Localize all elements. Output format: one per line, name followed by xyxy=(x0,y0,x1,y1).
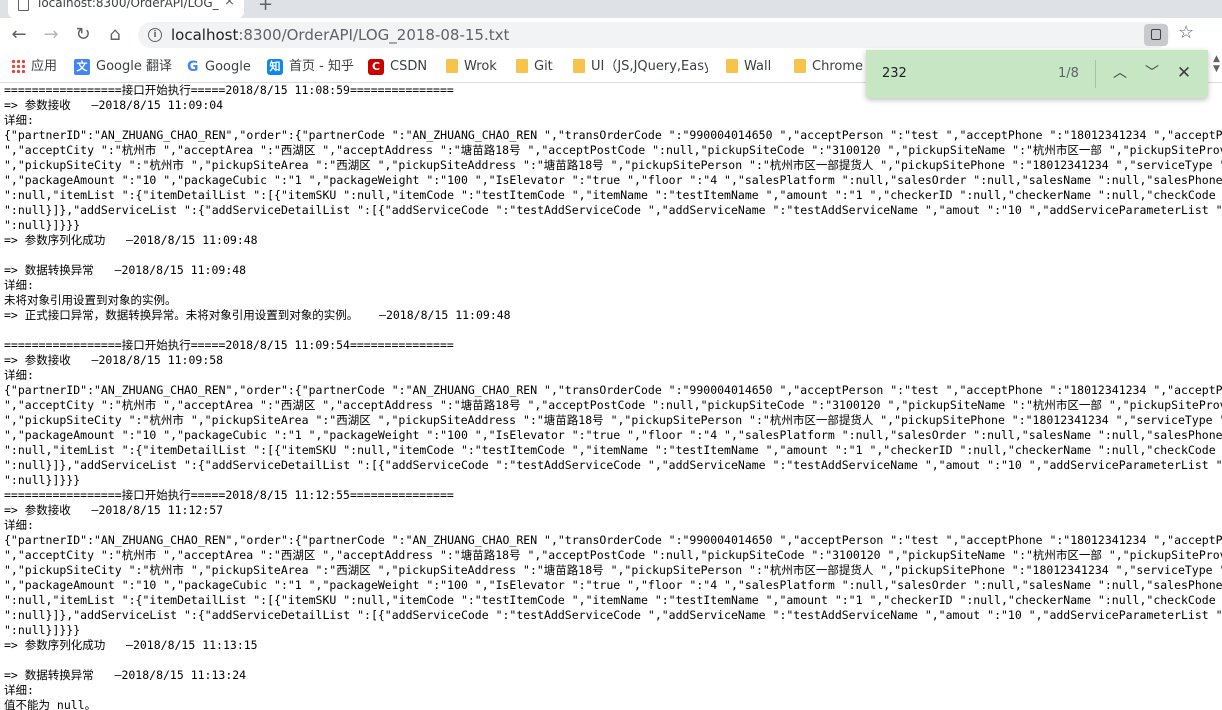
document-icon xyxy=(18,0,29,11)
log-line: ":null}]},"addServiceList ":{"addService… xyxy=(4,608,1222,622)
back-arrow-icon[interactable]: ← xyxy=(8,24,30,46)
folder-icon xyxy=(794,58,806,73)
folder-icon xyxy=(573,58,585,73)
bookmark-label: Google 翻译 xyxy=(96,59,172,74)
find-close-icon[interactable]: ✕ xyxy=(1174,63,1194,83)
log-line: => 数据转换异常 —2018/8/15 11:13:24 xyxy=(4,668,247,682)
log-line: 详细: xyxy=(4,518,34,532)
bookmark-apps[interactable]: 应用 xyxy=(11,52,57,82)
bookmark-zhihu[interactable]: 知首页 - 知乎 xyxy=(267,52,354,82)
log-line: ":null,"itemList ":{"itemDetailList ":[{… xyxy=(4,443,1222,457)
new-tab-icon[interactable]: + xyxy=(258,0,273,15)
log-line: 值不能为 null。 xyxy=(4,698,97,710)
find-next-chevron-down-icon[interactable]: ﹀ xyxy=(1142,63,1162,83)
google-icon: G xyxy=(187,59,199,75)
log-text-content: =================接口开始执行=====2018/8/15 11… xyxy=(4,83,1222,710)
log-line: ":null}]}}} xyxy=(4,218,81,232)
tab-active[interactable]: localhost:8300/OrderAPI/LOG_ × xyxy=(8,0,244,18)
bookmark-label: Chrome xyxy=(812,59,863,74)
find-in-page-icon[interactable] xyxy=(1144,24,1168,46)
log-line: ","pickupSiteCity ":"杭州市 ","pickupSiteAr… xyxy=(4,563,1222,577)
log-line: => 参数接收 —2018/8/15 11:09:04 xyxy=(4,98,224,112)
log-line: => 参数接收 —2018/8/15 11:12:57 xyxy=(4,503,224,517)
log-line: ","acceptCity ":"杭州市 ","acceptArea ":"西湖… xyxy=(4,143,1222,157)
url-text[interactable]: localhost:8300/OrderAPI/LOG_2018-08-15.t… xyxy=(171,25,509,45)
reload-icon[interactable]: ↻ xyxy=(72,24,94,46)
bookmark-folder-git[interactable]: Git xyxy=(516,52,553,82)
url-host: localhost xyxy=(171,26,239,44)
log-line: ","pickupSiteCity ":"杭州市 ","pickupSiteAr… xyxy=(4,413,1222,427)
log-line: 详细: xyxy=(4,683,34,697)
log-line: ":null}]}}} xyxy=(4,473,81,487)
bookmark-star-icon[interactable]: ☆ xyxy=(1178,22,1194,43)
log-line: => 参数接收 —2018/8/15 11:09:58 xyxy=(4,353,224,367)
log-line: 未将对象引用设置到对象的实例。 xyxy=(4,293,177,307)
log-line: => 数据转换异常 —2018/8/15 11:09:48 xyxy=(4,263,247,277)
bookmark-google-translate[interactable]: 文 Google 翻译 xyxy=(74,52,172,82)
log-line: {"partnerID":"AN_ZHUANG_CHAO_REN","order… xyxy=(4,533,1222,547)
bookmarks-overflow-chevron-icon[interactable]: ▲ ▼ xyxy=(1213,54,1220,74)
find-match-count: 1/8 xyxy=(1058,66,1079,81)
find-bar: 232 1/8 ︿ ﹀ ✕ xyxy=(866,50,1208,98)
log-line: =================接口开始执行=====2018/8/15 11… xyxy=(4,488,454,502)
log-line: ","acceptCity ":"杭州市 ","acceptArea ":"西湖… xyxy=(4,548,1222,562)
info-icon[interactable]: i xyxy=(148,28,162,42)
log-line: 详细: xyxy=(4,278,34,292)
find-input[interactable]: 232 xyxy=(882,66,907,81)
google-translate-icon: 文 xyxy=(74,58,90,75)
bookmark-google[interactable]: G Google xyxy=(187,52,251,82)
log-line: ":null,"itemList ":{"itemDetailList ":[{… xyxy=(4,593,1222,607)
log-line: ","packageAmount ":"10 ","packageCubic "… xyxy=(4,578,1222,592)
browser-toolbar: ← → ↻ ⌂ i localhost:8300/OrderAPI/LOG_20… xyxy=(0,18,1222,52)
bookmark-label: Wall xyxy=(744,59,772,74)
bookmark-label: Google xyxy=(205,59,251,75)
forward-arrow-icon[interactable]: → xyxy=(40,24,62,46)
log-line: ":null}]},"addServiceList ":{"addService… xyxy=(4,458,1222,472)
log-line: => 参数序列化成功 —2018/8/15 11:09:48 xyxy=(4,233,258,247)
log-line: ":null}]},"addServiceList ":{"addService… xyxy=(4,203,1222,217)
log-line: =================接口开始执行=====2018/8/15 11… xyxy=(4,338,454,352)
tab-close-icon[interactable]: × xyxy=(224,0,235,12)
url-path: :8300/OrderAPI/LOG_2018-08-15.txt xyxy=(238,26,510,44)
bookmark-label: 首页 - 知乎 xyxy=(289,59,354,74)
bookmark-folder-wrok[interactable]: Wrok xyxy=(446,52,497,82)
find-previous-chevron-up-icon[interactable]: ︿ xyxy=(1110,63,1130,83)
log-line: => 正式接口异常，数据转换异常。未将对象引用设置到对象的实例。 —2018/8… xyxy=(4,308,511,322)
tab-title: localhost:8300/OrderAPI/LOG_ xyxy=(38,0,219,10)
folder-icon xyxy=(446,58,458,73)
log-line: ","acceptCity ":"杭州市 ","acceptArea ":"西湖… xyxy=(4,398,1222,412)
bookmark-label: 应用 xyxy=(31,59,58,74)
bookmark-label: Wrok xyxy=(464,59,497,74)
log-line: => 参数序列化成功 —2018/8/15 11:13:15 xyxy=(4,638,258,652)
log-line: 详细: xyxy=(4,368,34,382)
folder-icon xyxy=(726,58,738,73)
bookmark-label: Git xyxy=(534,59,553,74)
bookmark-label: CSDN xyxy=(390,59,428,74)
log-line: {"partnerID":"AN_ZHUANG_CHAO_REN","order… xyxy=(4,128,1222,142)
bookmark-folder-wall[interactable]: Wall xyxy=(726,52,771,82)
address-bar[interactable]: i localhost:8300/OrderAPI/LOG_2018-08-15… xyxy=(138,22,1170,48)
zhihu-icon: 知 xyxy=(267,58,283,75)
log-line: 详细: xyxy=(4,113,34,127)
bookmark-folder-chrome[interactable]: Chrome xyxy=(794,52,863,82)
bookmark-folder-ui[interactable]: UI（JS,JQuery,Easyu xyxy=(573,52,708,82)
bookmark-csdn[interactable]: C CSDN xyxy=(368,52,427,82)
home-icon[interactable]: ⌂ xyxy=(104,24,126,46)
apps-icon xyxy=(11,58,25,73)
folder-icon xyxy=(516,58,528,73)
log-line: ":null,"itemList ":{"itemDetailList ":[{… xyxy=(4,188,1222,202)
log-line: ","packageAmount ":"10 ","packageCubic "… xyxy=(4,173,1222,187)
log-line: {"partnerID":"AN_ZHUANG_CHAO_REN","order… xyxy=(4,383,1222,397)
find-divider xyxy=(1095,60,1096,88)
log-line: ":null}]}}} xyxy=(4,623,81,637)
log-line: ","pickupSiteCity ":"杭州市 ","pickupSiteAr… xyxy=(4,158,1222,172)
tab-strip: localhost:8300/OrderAPI/LOG_ × + xyxy=(0,0,1222,18)
csdn-icon: C xyxy=(368,58,384,75)
bookmark-label: UI（JS,JQuery,Easyu xyxy=(591,59,708,74)
log-line: ","packageAmount ":"10 ","packageCubic "… xyxy=(4,428,1222,442)
